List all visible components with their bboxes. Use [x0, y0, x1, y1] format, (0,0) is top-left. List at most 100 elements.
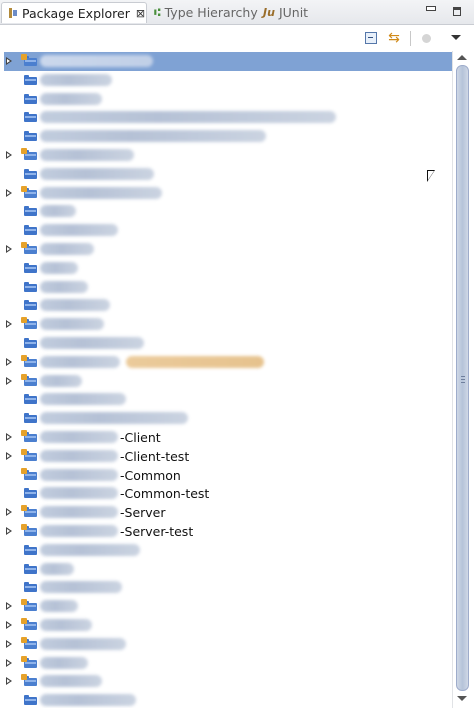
tree-row[interactable]: -Client-test: [4, 447, 452, 466]
expand-arrow-icon[interactable]: [6, 320, 12, 329]
expand-arrow-icon[interactable]: [6, 527, 12, 535]
expand-arrow-icon[interactable]: [6, 508, 12, 517]
tree-row[interactable]: [4, 691, 452, 708]
tree-row[interactable]: [4, 127, 452, 146]
tab-package-explorer[interactable]: Package Explorer ⊠: [1, 2, 147, 23]
tree-row[interactable]: [4, 90, 452, 109]
focus-button[interactable]: [419, 30, 435, 46]
tree-row[interactable]: [4, 52, 452, 71]
server-project-icon: [21, 354, 37, 367]
tree-row[interactable]: [4, 221, 452, 240]
tree-row[interactable]: [4, 296, 452, 315]
tree-row[interactable]: [4, 108, 452, 127]
obscured-name: [40, 299, 110, 312]
scroll-thumb[interactable]: [456, 65, 469, 691]
collapse-all-button[interactable]: [363, 30, 379, 46]
folder-icon: [24, 695, 37, 706]
tree-row[interactable]: [4, 409, 452, 428]
project-icon: [21, 618, 37, 630]
scroll-up-arrow-icon[interactable]: [457, 55, 467, 60]
expand-arrow-icon[interactable]: [6, 376, 12, 385]
tree-row[interactable]: [4, 202, 452, 221]
obscured-name: [40, 243, 94, 255]
obscured-name: [40, 374, 82, 387]
obscured-name: [40, 675, 102, 688]
project-icon: [21, 599, 37, 612]
project-icon: [21, 148, 37, 160]
tree-row[interactable]: [4, 353, 452, 372]
tree-row[interactable]: [4, 184, 452, 203]
tree-row[interactable]: [4, 672, 452, 691]
grip-line: [461, 376, 465, 377]
collapse-minus: [368, 37, 373, 38]
folder-icon: [24, 338, 37, 348]
tree-row[interactable]: -Client: [4, 428, 452, 447]
obscured-name: [40, 600, 78, 613]
tree-row[interactable]: [4, 259, 452, 278]
tree-row[interactable]: [4, 372, 452, 391]
tab-label: Package Explorer: [22, 5, 130, 21]
tree-row[interactable]: [4, 165, 452, 184]
close-tab-icon[interactable]: ⊠: [136, 7, 145, 20]
tree-row[interactable]: [4, 635, 452, 654]
expand-arrow-icon[interactable]: [6, 151, 12, 159]
package-tree[interactable]: -Client -Client-test -Common -Common-test -S…: [0, 51, 452, 708]
tree-row[interactable]: [4, 146, 452, 165]
obscured-name: [40, 355, 120, 368]
tree-row[interactable]: [4, 240, 452, 259]
expand-arrow-icon[interactable]: [6, 621, 12, 629]
folder-icon: [24, 582, 37, 593]
obscured-name: [40, 393, 126, 406]
maximize-button[interactable]: [449, 3, 465, 19]
tree-row[interactable]: -Server: [4, 503, 452, 522]
expand-arrow-icon[interactable]: [6, 245, 12, 253]
expand-arrow-icon[interactable]: [6, 57, 12, 65]
folder-icon: [24, 300, 37, 311]
expand-arrow-icon[interactable]: [6, 639, 12, 648]
expand-arrow-icon[interactable]: [6, 677, 12, 686]
tree-row[interactable]: [4, 390, 452, 409]
expand-arrow-icon[interactable]: [6, 602, 12, 611]
expand-arrow-icon[interactable]: [6, 658, 12, 667]
obscured-name: [40, 562, 74, 575]
folder-icon: [24, 93, 37, 104]
expand-arrow-icon[interactable]: [6, 357, 12, 366]
tree-row[interactable]: [4, 654, 452, 673]
view-menu-button[interactable]: [448, 30, 464, 46]
tree-row[interactable]: -Server-test: [4, 522, 452, 541]
tab-junit[interactable]: Ju JUnit: [263, 2, 308, 23]
obscured-name: [40, 619, 92, 631]
tree-row[interactable]: [4, 278, 452, 297]
tree-row[interactable]: [4, 560, 452, 579]
folder-icon: [24, 262, 37, 273]
project-name-suffix: -Client: [120, 430, 161, 445]
obscured-name: [40, 261, 78, 274]
tab-label: Type Hierarchy: [164, 5, 258, 20]
tree-row[interactable]: [4, 334, 452, 353]
expand-arrow-icon[interactable]: [6, 451, 12, 460]
folder-icon: [24, 131, 37, 142]
tree-row[interactable]: [4, 597, 452, 616]
tree-row[interactable]: [4, 616, 452, 635]
tree-row[interactable]: [4, 315, 452, 334]
vertical-scrollbar[interactable]: [452, 51, 474, 708]
tree-row[interactable]: -Common: [4, 466, 452, 485]
link-with-editor-button[interactable]: ⇆: [386, 30, 402, 46]
project-name-suffix: -Server: [120, 505, 166, 521]
minimize-button[interactable]: [423, 3, 439, 19]
obscured-name: [40, 186, 162, 199]
link-with-editor-icon: ⇆: [388, 30, 400, 46]
tab-type-hierarchy[interactable]: ⑆ Type Hierarchy: [154, 2, 258, 23]
tree-row[interactable]: -Common-test: [4, 484, 452, 503]
tree-row[interactable]: [4, 71, 452, 90]
expand-arrow-icon[interactable]: [6, 188, 12, 197]
tree-row[interactable]: [4, 541, 452, 560]
toolbar-separator: [410, 31, 411, 46]
project-icon: [21, 54, 37, 66]
expand-arrow-icon[interactable]: [6, 433, 12, 441]
collapse-all-icon: [365, 32, 377, 44]
obscured-name: [40, 92, 102, 105]
project-name-suffix: -Common-test: [120, 486, 210, 502]
scroll-down-arrow-icon[interactable]: [457, 696, 467, 701]
tree-row[interactable]: [4, 578, 452, 597]
